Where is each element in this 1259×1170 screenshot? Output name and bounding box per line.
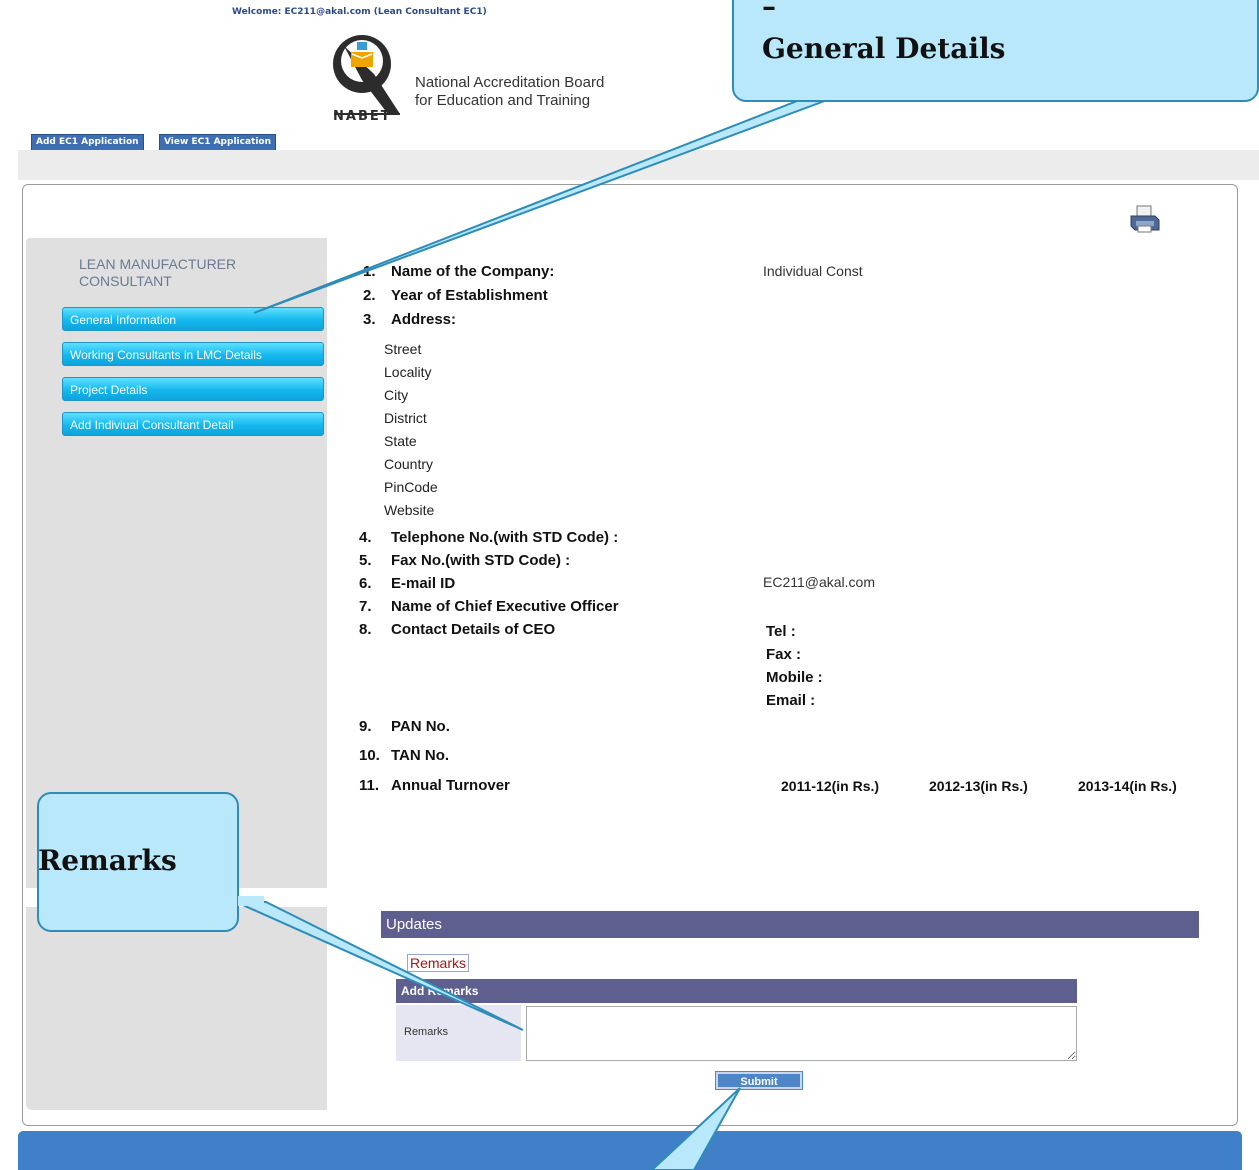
remarks-callout-pointer xyxy=(235,901,524,1031)
general-callout-joint xyxy=(812,88,836,100)
general-details-callout-dash: – xyxy=(762,0,776,23)
remarks-callout-joint xyxy=(238,896,264,906)
remarks-callout-text: Remarks xyxy=(38,844,177,877)
submit-callout-pointer xyxy=(650,1087,741,1170)
general-details-callout-text: General Details xyxy=(762,32,1006,65)
general-callout-pointer xyxy=(253,95,839,314)
callout-pointers xyxy=(235,95,839,1170)
